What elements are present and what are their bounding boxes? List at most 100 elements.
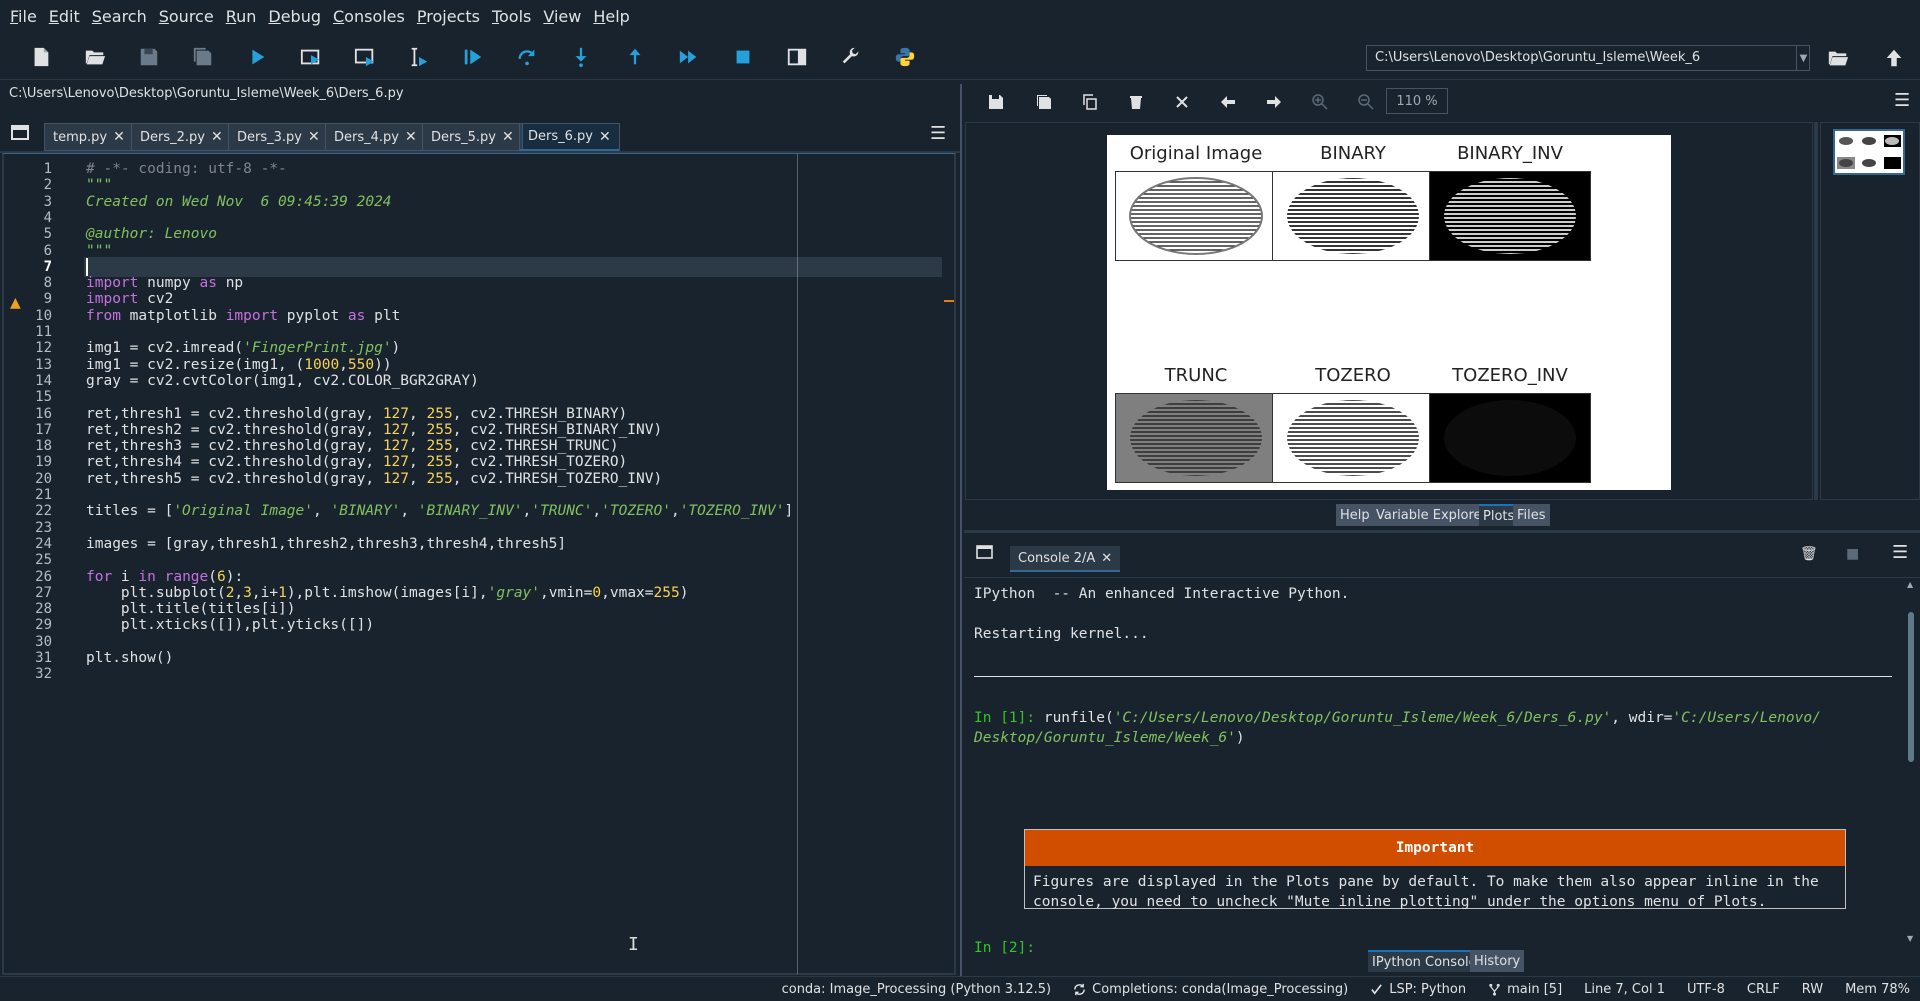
save-all-button[interactable]: [176, 37, 230, 77]
menu-file[interactable]: File: [4, 0, 43, 34]
save-plot-button[interactable]: [986, 92, 1006, 112]
remove-plot-button[interactable]: [1126, 92, 1146, 112]
debug-stop-button[interactable]: [716, 37, 770, 77]
thumbnail-splitter[interactable]: [1814, 122, 1818, 500]
maximize-pane-button[interactable]: [770, 37, 824, 77]
open-file-button[interactable]: [68, 37, 122, 77]
close-icon[interactable]: ✕: [502, 129, 514, 145]
close-icon[interactable]: ✕: [1101, 551, 1112, 566]
working-directory-input[interactable]: C:\Users\Lenovo\Desktop\Goruntu_Isleme\W…: [1366, 45, 1810, 71]
subplot-title: TOZERO: [1315, 365, 1391, 386]
fingerprint-image: [1444, 400, 1576, 476]
menu-projects[interactable]: Projects: [411, 0, 486, 34]
tab-variable-explorer[interactable]: Variable Explorer: [1372, 504, 1491, 526]
tab-ders-6[interactable]: Ders_6.py ✕: [519, 123, 620, 151]
copy-plot-button[interactable]: [1080, 92, 1100, 112]
next-plot-button[interactable]: [1264, 92, 1284, 112]
console-output[interactable]: IPython -- An enhanced Interactive Pytho…: [966, 578, 1902, 956]
horizontal-splitter[interactable]: [964, 530, 1920, 533]
tab-ders-2[interactable]: Ders_2.py ✕: [131, 123, 232, 151]
menu-source[interactable]: Source: [153, 0, 220, 34]
close-icon[interactable]: ✕: [599, 129, 611, 145]
hamburger-menu-icon[interactable]: ☰: [1892, 542, 1908, 563]
hamburger-menu-icon[interactable]: ☰: [930, 123, 946, 144]
preferences-button[interactable]: [824, 37, 878, 77]
zoom-out-button[interactable]: [1356, 92, 1376, 112]
lsp-status[interactable]: LSP: Python: [1370, 982, 1466, 997]
zoom-level[interactable]: 110 %: [1386, 88, 1448, 114]
python-path-button[interactable]: [878, 37, 932, 77]
close-paren: ): [1235, 730, 1245, 746]
plot-thumbnail[interactable]: [1833, 129, 1905, 175]
tab-files[interactable]: Files: [1513, 504, 1550, 526]
chevron-down-icon: ▼: [1799, 52, 1808, 64]
conda-env-status[interactable]: conda: Image_Processing (Python 3.12.5): [782, 982, 1052, 997]
browse-tabs-icon[interactable]: [976, 544, 994, 560]
warning-icon[interactable]: ▲: [10, 295, 21, 311]
tab-ders-5[interactable]: Ders_5.py ✕: [422, 123, 523, 151]
save-file-button[interactable]: [122, 37, 176, 77]
tab-label: Ders_5.py: [431, 129, 496, 145]
browse-tabs-icon[interactable]: [10, 123, 32, 143]
tab-temp[interactable]: temp.py ✕: [44, 123, 134, 151]
sync-icon: [1074, 983, 1085, 995]
close-icon[interactable]: ✕: [113, 129, 125, 145]
close-icon[interactable]: ✕: [211, 129, 223, 145]
run-cell-button[interactable]: [284, 37, 338, 77]
tab-help[interactable]: Help: [1336, 504, 1374, 526]
scrollbar-thumb[interactable]: [1908, 612, 1914, 762]
menu-search[interactable]: Search: [86, 0, 153, 34]
tab-history[interactable]: History: [1470, 950, 1525, 972]
thumbnails-panel: [1820, 122, 1920, 500]
menu-consoles[interactable]: Consoles: [327, 0, 411, 34]
run-cell-icon: [300, 49, 320, 64]
save-all-icon: [193, 47, 212, 65]
debug-step-return-button[interactable]: [608, 37, 662, 77]
menu-debug[interactable]: Debug: [262, 0, 327, 34]
close-icon[interactable]: ✕: [405, 129, 417, 145]
edge-line: [797, 154, 798, 974]
browse-directory-button[interactable]: [1820, 44, 1856, 72]
remove-console-icon[interactable]: 🗑: [1800, 546, 1818, 562]
menu-edit[interactable]: Edit: [43, 0, 86, 34]
completions-status[interactable]: Completions: conda(Image_Processing): [1073, 982, 1348, 997]
scroll-down-icon[interactable]: ▼: [1907, 934, 1913, 943]
working-directory-dropdown[interactable]: ▼: [1796, 45, 1810, 71]
tab-ders-4[interactable]: Ders_4.py ✕: [325, 123, 426, 151]
stop-icon[interactable]: ■: [1846, 546, 1859, 562]
plot-canvas-area[interactable]: Original Image BINARY BINARY_INV TRUNC T…: [965, 122, 1813, 500]
run-selection-button[interactable]: [392, 37, 446, 77]
hamburger-menu-icon[interactable]: ☰: [1894, 90, 1910, 111]
debug-file-button[interactable]: [446, 37, 500, 77]
close-icon[interactable]: ✕: [308, 129, 320, 145]
tab-console[interactable]: Console 2/A ✕: [1010, 546, 1121, 572]
tab-ipython-console[interactable]: IPython Console: [1368, 950, 1481, 972]
vertical-splitter[interactable]: [960, 84, 962, 976]
save-all-plots-button[interactable]: [1034, 92, 1054, 112]
menu-help[interactable]: Help: [587, 0, 635, 34]
status-bar: conda: Image_Processing (Python 3.12.5) …: [0, 976, 1920, 1001]
debug-step-into-button[interactable]: [554, 37, 608, 77]
parent-directory-button[interactable]: [1876, 44, 1912, 72]
menu-view[interactable]: View: [537, 0, 587, 34]
run-file-button[interactable]: [230, 37, 284, 77]
debug-step-button[interactable]: [500, 37, 554, 77]
debug-continue-button[interactable]: [662, 37, 716, 77]
code-line: Created on Wed Nov 6 09:45:39 2024: [86, 193, 392, 210]
editor-pane: temp.py ✕ Ders_2.py ✕ Ders_3.py ✕ Ders_4.py…: [0, 109, 960, 976]
menu-run[interactable]: Run: [220, 0, 263, 34]
new-file-button[interactable]: [14, 37, 68, 77]
git-branch-status[interactable]: main [5]: [1488, 982, 1562, 997]
menu-tools[interactable]: Tools: [486, 0, 537, 34]
console-scrollbar[interactable]: ▲ ▼: [1904, 578, 1918, 948]
run-cell-advance-button[interactable]: [338, 37, 392, 77]
tab-ders-3[interactable]: Ders_3.py ✕: [228, 123, 329, 151]
zoom-in-button[interactable]: [1310, 92, 1330, 112]
previous-plot-button[interactable]: [1218, 92, 1238, 112]
remove-all-plots-button[interactable]: [1172, 92, 1192, 112]
step-return-icon: [629, 48, 641, 64]
scroll-up-icon[interactable]: ▲: [1907, 580, 1913, 589]
code-editor[interactable]: 1 2 3 4 5 6 7 8 9 10 11 12 13 14 15 16 17 18 19 20 21 22 23 24 2…: [2, 153, 956, 975]
close-all-icon: [1176, 96, 1188, 108]
console-pane: Console 2/A ✕ 🗑 ■ ☰ IPython -- An enhance…: [964, 534, 1920, 974]
